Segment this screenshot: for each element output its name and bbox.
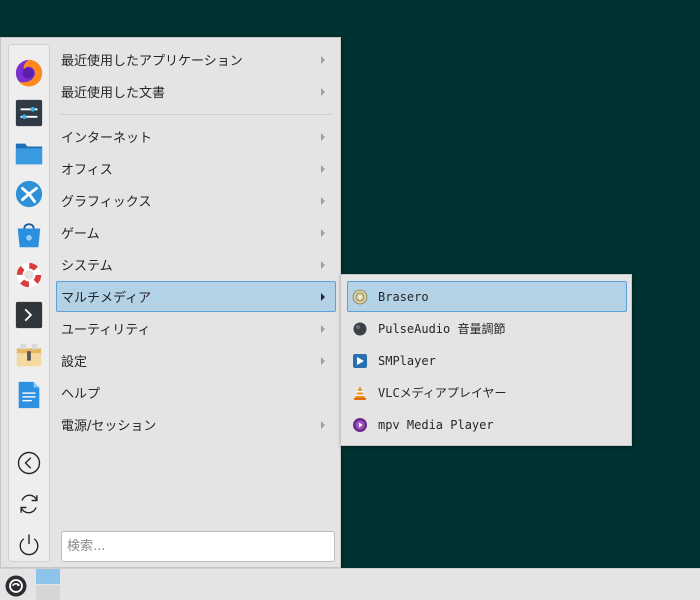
category-label: オフィス xyxy=(61,163,113,178)
multimedia-submenu: Brasero PulseAudio 音量調節 SMPlayer VLCメディア… xyxy=(340,274,632,446)
category-power-session[interactable]: 電源/セッション xyxy=(56,409,336,440)
chevron-right-icon xyxy=(321,420,325,429)
application-menu: 最近使用したアプリケーション 最近使用した文書 インターネット オフィス グラフ… xyxy=(0,37,341,568)
yast-icon xyxy=(15,180,43,208)
category-settings[interactable]: 設定 xyxy=(56,345,336,376)
favorite-file-manager[interactable] xyxy=(13,137,45,169)
file-manager-icon xyxy=(15,143,43,165)
desktop-1[interactable] xyxy=(36,569,60,584)
favorite-software-store[interactable] xyxy=(13,219,45,251)
chevron-right-icon xyxy=(321,260,325,269)
category-label: マルチメディア xyxy=(61,291,152,306)
category-label: ゲーム xyxy=(61,227,100,242)
category-office[interactable]: オフィス xyxy=(56,153,336,184)
category-label: システム xyxy=(61,259,113,274)
restart-icon xyxy=(20,494,38,514)
category-label: グラフィックス xyxy=(61,195,152,210)
submenu-item-brasero[interactable]: Brasero xyxy=(347,281,627,312)
category-label: 最近使用した文書 xyxy=(61,86,166,101)
smplayer-icon xyxy=(352,353,368,369)
category-multimedia[interactable]: マルチメディア xyxy=(56,281,336,312)
chevron-right-icon xyxy=(321,292,325,301)
category-label: ユーティリティ xyxy=(61,323,151,338)
chevron-right-icon xyxy=(321,196,325,205)
pulseaudio-icon xyxy=(352,321,368,337)
favorite-settings[interactable] xyxy=(13,97,45,129)
category-label: 設定 xyxy=(61,355,88,370)
submenu-item-label: Brasero xyxy=(378,289,429,304)
favorite-firefox[interactable] xyxy=(13,57,45,89)
text-editor-icon xyxy=(18,381,40,409)
logout-button[interactable] xyxy=(13,447,45,479)
brasero-icon xyxy=(352,289,368,305)
chevron-right-icon xyxy=(321,132,325,141)
separator xyxy=(60,114,332,115)
category-recent-applications[interactable]: 最近使用したアプリケーション xyxy=(56,44,336,75)
chevron-right-icon xyxy=(321,356,325,365)
logout-icon xyxy=(17,451,41,475)
desktop-2[interactable] xyxy=(36,585,60,600)
software-store-icon xyxy=(17,223,41,248)
category-utilities[interactable]: ユーティリティ xyxy=(56,313,336,344)
chevron-right-icon xyxy=(321,324,325,333)
taskbar xyxy=(0,568,700,600)
mpv-icon xyxy=(352,417,368,433)
category-label: 電源/セッション xyxy=(61,419,157,434)
archive-icon xyxy=(16,343,42,367)
favorite-yast[interactable] xyxy=(13,178,45,210)
shutdown-button[interactable] xyxy=(13,529,45,561)
submenu-item-mpv[interactable]: mpv Media Player xyxy=(347,409,627,440)
settings-icon xyxy=(15,99,43,127)
category-graphics[interactable]: グラフィックス xyxy=(56,185,336,216)
application-launcher-button[interactable] xyxy=(4,574,28,598)
chevron-right-icon xyxy=(321,228,325,237)
favorite-help[interactable] xyxy=(13,259,45,291)
power-icon xyxy=(19,534,39,556)
chevron-right-icon xyxy=(321,87,325,96)
category-label: インターネット xyxy=(61,131,153,146)
category-recent-documents[interactable]: 最近使用した文書 xyxy=(56,76,336,107)
category-label: ヘルプ xyxy=(61,387,101,402)
favorite-terminal[interactable] xyxy=(13,299,45,331)
opensuse-logo-icon xyxy=(5,575,27,597)
firefox-icon xyxy=(15,59,43,87)
submenu-item-pulseaudio[interactable]: PulseAudio 音量調節 xyxy=(347,313,627,344)
restart-button[interactable] xyxy=(13,488,45,520)
chevron-right-icon xyxy=(321,164,325,173)
submenu-item-label: mpv Media Player xyxy=(378,417,494,432)
help-lifebuoy-icon xyxy=(16,262,42,288)
favorite-text-editor[interactable] xyxy=(13,379,45,411)
category-games[interactable]: ゲーム xyxy=(56,217,336,248)
favorite-archive[interactable] xyxy=(13,339,45,371)
submenu-item-label: PulseAudio 音量調節 xyxy=(378,322,506,336)
submenu-item-label: SMPlayer xyxy=(378,353,436,368)
virtual-desktop-pager xyxy=(36,569,60,600)
submenu-item-label: VLCメディアプレイヤー xyxy=(378,386,507,400)
terminal-icon xyxy=(15,301,43,329)
category-help[interactable]: ヘルプ xyxy=(56,377,336,408)
submenu-item-smplayer[interactable]: SMPlayer xyxy=(347,345,627,376)
category-internet[interactable]: インターネット xyxy=(56,121,336,152)
chevron-right-icon xyxy=(321,55,325,64)
submenu-item-vlc[interactable]: VLCメディアプレイヤー xyxy=(347,377,627,408)
favorites-bar xyxy=(8,44,50,562)
category-system[interactable]: システム xyxy=(56,249,336,280)
vlc-icon xyxy=(352,385,368,401)
search-input[interactable] xyxy=(61,531,335,562)
category-label: 最近使用したアプリケーション xyxy=(61,54,243,69)
